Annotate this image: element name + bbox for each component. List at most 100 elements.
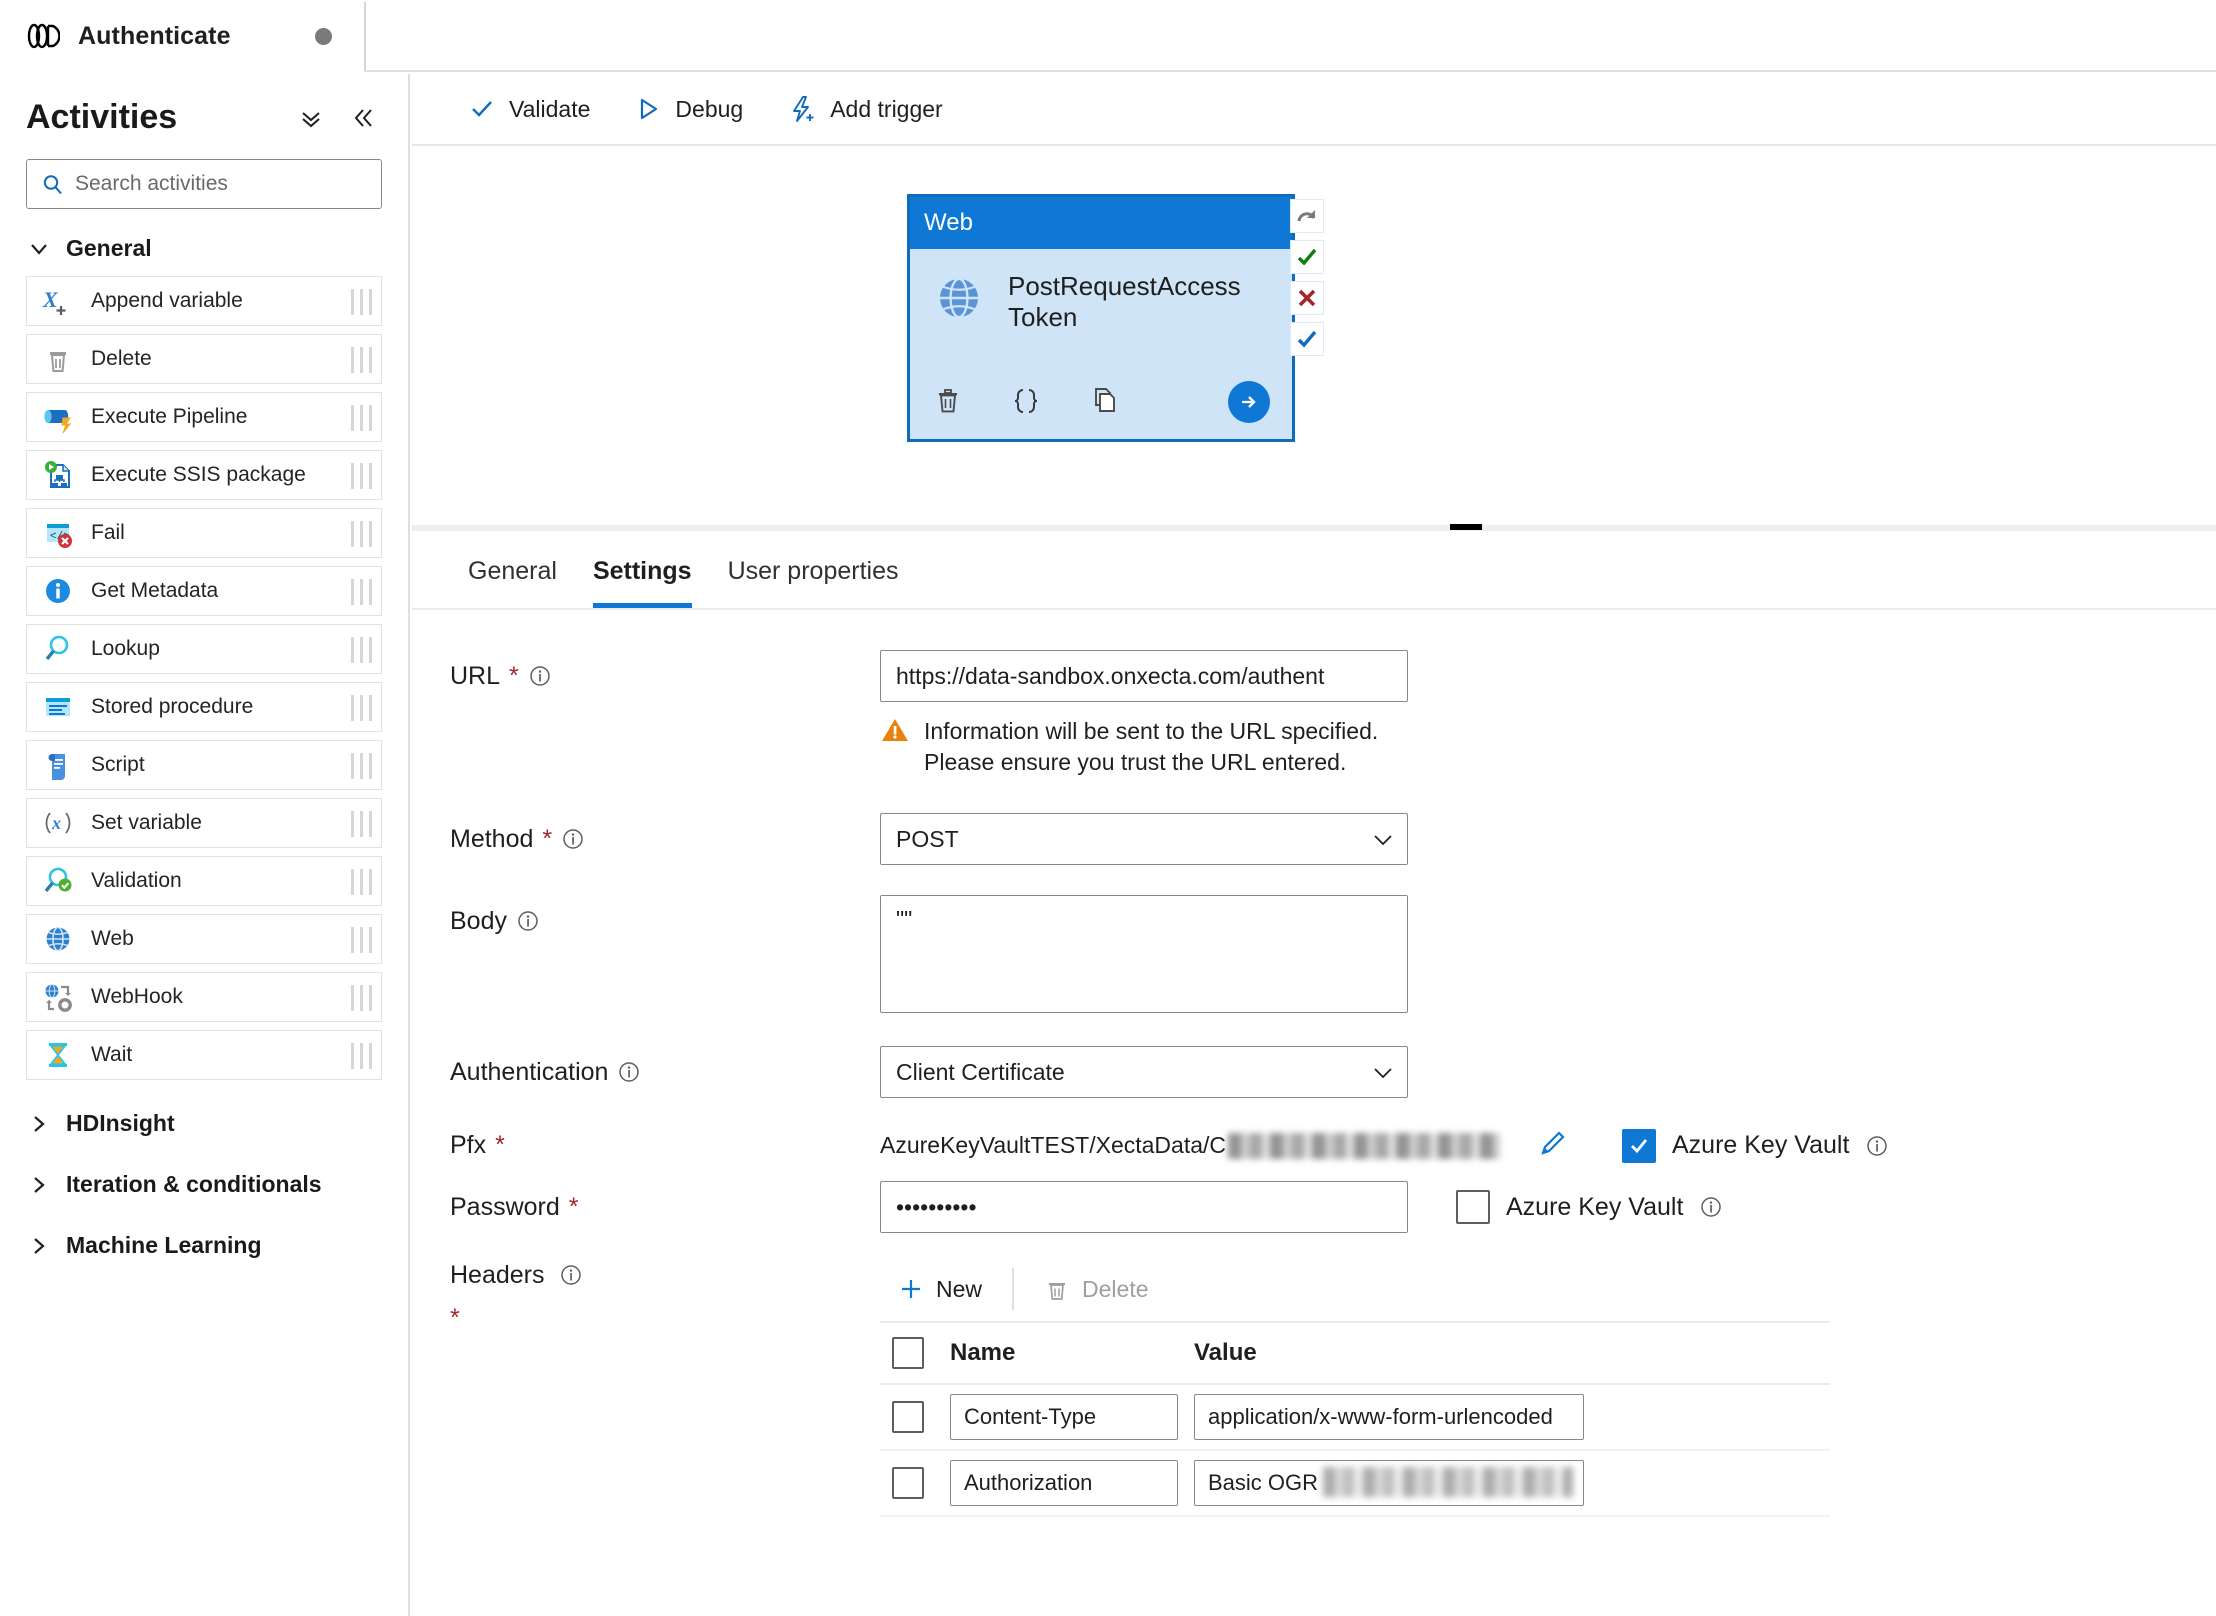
authentication-select-wrap[interactable] [880,1046,1408,1099]
headers-new-button[interactable]: New [880,1266,1000,1312]
activity-script[interactable]: Script [26,740,382,790]
activity-node-web[interactable]: Web PostRequestAccess Token [907,194,1295,442]
tab-settings-label: Settings [592,556,692,585]
sidebar-group-general[interactable]: General [0,209,408,276]
activity-fail[interactable]: </> Fail [26,508,382,558]
clone-icon[interactable] [1088,384,1120,421]
drag-handle-icon[interactable] [351,753,372,779]
pipeline-canvas[interactable]: Web PostRequestAccess Token [412,146,2216,526]
body-control: "" [880,895,2216,1018]
activity-append-variable[interactable]: X Append variable [26,276,382,326]
method-select[interactable] [880,813,1408,866]
body-textarea[interactable]: "" [880,895,1408,1014]
drag-handle-icon[interactable] [351,347,372,373]
activity-lookup[interactable]: Lookup [26,624,382,674]
activity-web[interactable]: Web [26,914,382,964]
authentication-label: Authentication [450,1058,609,1087]
table-row[interactable]: Basic OGR [880,1451,1830,1518]
header-value-input[interactable] [1194,1394,1584,1441]
drag-handle-icon[interactable] [351,1043,372,1069]
search-input[interactable] [73,171,381,197]
field-row-method: Method * [450,813,2216,866]
info-icon[interactable] [1699,1195,1723,1219]
required-asterisk: * [450,1304,460,1333]
password-akv-group: Azure Key Vault [1456,1190,1723,1225]
on-skip-handle[interactable] [1290,199,1324,233]
pencil-icon[interactable] [1536,1126,1570,1165]
password-input[interactable] [880,1181,1408,1234]
activity-execute-ssis-package[interactable]: Execute SSIS package [26,450,382,500]
url-input[interactable] [880,650,1408,702]
header-value-redacted[interactable]: Basic OGR [1194,1460,1584,1507]
settings-form: URL * Information will be sent to the [412,610,2216,1518]
field-row-authentication: Authentication [450,1046,2216,1099]
drag-handle-icon[interactable] [351,985,372,1011]
drag-handle-icon[interactable] [351,521,372,547]
activity-label: Delete [91,347,152,370]
on-failure-handle[interactable] [1290,281,1324,315]
code-braces-icon[interactable] [1010,384,1042,421]
method-select-wrap[interactable] [880,813,1408,866]
headers-label: Headers [450,1261,545,1290]
search-box[interactable] [26,159,382,209]
panel-splitter[interactable] [412,520,2216,534]
on-success-handle[interactable] [1290,240,1324,274]
drag-handle-icon[interactable] [351,579,372,605]
sidebar-group-label: Machine Learning [66,1232,262,1258]
activity-get-metadata[interactable]: Get Metadata [26,566,382,616]
header-name-input[interactable] [950,1394,1178,1441]
info-icon[interactable] [617,1060,641,1084]
authentication-select[interactable] [880,1046,1408,1099]
row-checkbox[interactable] [892,1401,924,1434]
pfx-akv-checkbox[interactable] [1622,1128,1656,1163]
info-icon[interactable] [1865,1134,1889,1158]
sidebar-header: Activities [0,74,408,147]
select-all-checkbox[interactable] [892,1337,924,1370]
debug-button[interactable]: Debug [612,85,765,133]
password-akv-checkbox[interactable] [1456,1190,1490,1225]
sidebar-group-iteration-conditionals[interactable]: Iteration & conditionals [0,1149,408,1210]
info-icon[interactable] [561,827,585,851]
drag-handle-icon[interactable] [351,811,372,837]
activity-label: Validation [91,869,182,892]
tab-authenticate[interactable]: Authenticate [0,0,364,72]
activity-set-variable[interactable]: x Set variable [26,798,382,848]
table-row[interactable] [880,1385,1830,1452]
activity-execute-pipeline[interactable]: Execute Pipeline [26,392,382,442]
sidebar-group-machine-learning[interactable]: Machine Learning [0,1210,408,1271]
drag-handle-icon[interactable] [351,695,372,721]
drag-handle-icon[interactable] [351,869,372,895]
drag-handle-icon[interactable] [351,405,372,431]
add-trigger-button[interactable]: Add trigger [765,85,965,133]
activity-wait[interactable]: Wait [26,1030,382,1080]
webhook-icon [45,984,72,1012]
row-checkbox[interactable] [892,1467,924,1500]
svg-text:x: x [51,813,61,833]
chevron-double-left-icon[interactable] [350,105,376,131]
pfx-akv-label: Azure Key Vault [1672,1131,1850,1160]
drag-handle-icon[interactable] [351,927,372,953]
drag-handle-icon[interactable] [351,463,372,489]
info-icon[interactable] [528,664,552,688]
arrow-right-icon[interactable] [1228,381,1270,423]
drag-handle-icon[interactable] [351,289,372,315]
splitter-track [412,525,2216,531]
delete-icon[interactable] [932,384,964,421]
activity-delete[interactable]: Delete [26,334,382,384]
tab-user-properties[interactable]: User properties [710,534,917,608]
sidebar-group-hdinsight[interactable]: HDInsight [0,1088,408,1149]
activity-webhook[interactable]: WebHook [26,972,382,1022]
validate-button[interactable]: Validate [446,85,612,133]
drag-handle-icon[interactable] [351,637,372,663]
activity-validation[interactable]: Validation [26,856,382,906]
info-icon[interactable] [516,909,540,933]
info-icon[interactable] [559,1263,583,1287]
tab-general[interactable]: General [450,534,575,608]
chevron-double-down-icon[interactable] [298,105,324,131]
header-name-input[interactable] [950,1460,1178,1507]
splitter-grip[interactable] [1450,524,1482,530]
activity-stored-procedure[interactable]: Stored procedure [26,682,382,732]
tab-settings[interactable]: Settings [575,534,710,608]
on-completion-handle[interactable] [1290,322,1324,356]
headers-delete-button[interactable]: Delete [1026,1266,1166,1312]
